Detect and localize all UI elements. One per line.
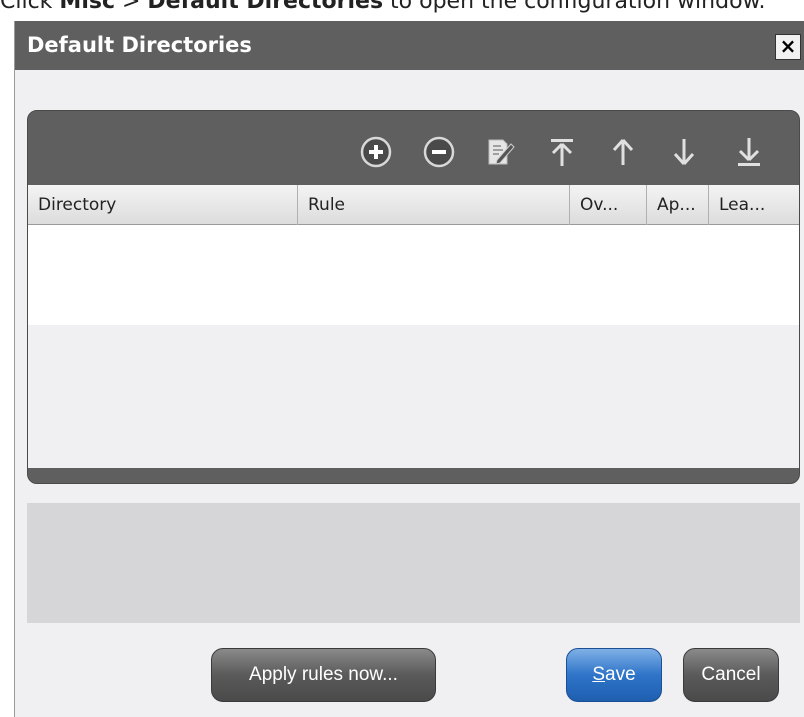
apply-rules-now-button[interactable]: Apply rules now... [211, 648, 436, 702]
grid-toolbar [28, 111, 799, 185]
apply-rules-now-label: Apply rules now... [249, 664, 398, 685]
close-button[interactable]: × [775, 34, 801, 60]
save-button[interactable]: Save [566, 648, 662, 702]
table-header: Directory Rule Ov... Ap... Lea... [28, 185, 799, 225]
move-top-icon [551, 139, 573, 166]
column-header-rule[interactable]: Rule [298, 185, 570, 225]
cancel-label: Cancel [701, 664, 761, 685]
edit-button[interactable] [483, 135, 517, 169]
caption-item: Default Directories [147, 0, 384, 14]
add-button[interactable] [359, 135, 393, 169]
move-top-button[interactable] [545, 135, 579, 169]
remove-icon [423, 136, 455, 168]
column-header-leave[interactable]: Lea... [709, 185, 799, 225]
add-icon [360, 136, 392, 168]
move-bottom-button[interactable] [732, 135, 766, 169]
dialog-titlebar[interactable]: Default Directories × [15, 21, 804, 70]
move-up-icon [612, 138, 634, 165]
save-label: Save [592, 664, 636, 685]
cancel-button[interactable]: Cancel [683, 648, 779, 702]
rule-details-area [27, 503, 800, 623]
move-up-button[interactable] [606, 135, 640, 169]
move-bottom-icon [738, 138, 760, 166]
move-down-icon [673, 139, 695, 166]
empty-table-area [28, 225, 799, 325]
edit-icon [488, 139, 515, 165]
column-header-overwrite[interactable]: Ov... [570, 185, 647, 225]
default-directories-dialog: Default Directories × Directory Rule Ov.… [14, 21, 804, 717]
dialog-title: Default Directories [27, 33, 252, 57]
caption-suffix: to open the configuration window. [383, 0, 766, 14]
column-header-directory[interactable]: Directory [28, 185, 298, 225]
rules-grid-panel: Directory Rule Ov... Ap... Lea... [27, 110, 800, 484]
column-header-apply[interactable]: Ap... [647, 185, 709, 225]
move-down-button[interactable] [667, 135, 701, 169]
instruction-caption: Click Misc > Default Directories to open… [0, 0, 804, 20]
caption-menu: Misc [59, 0, 115, 14]
caption-separator: > [115, 0, 148, 14]
close-icon: × [779, 34, 797, 58]
rules-table-body[interactable] [28, 225, 799, 468]
caption-prefix: Click [0, 0, 60, 14]
remove-button[interactable] [422, 135, 456, 169]
